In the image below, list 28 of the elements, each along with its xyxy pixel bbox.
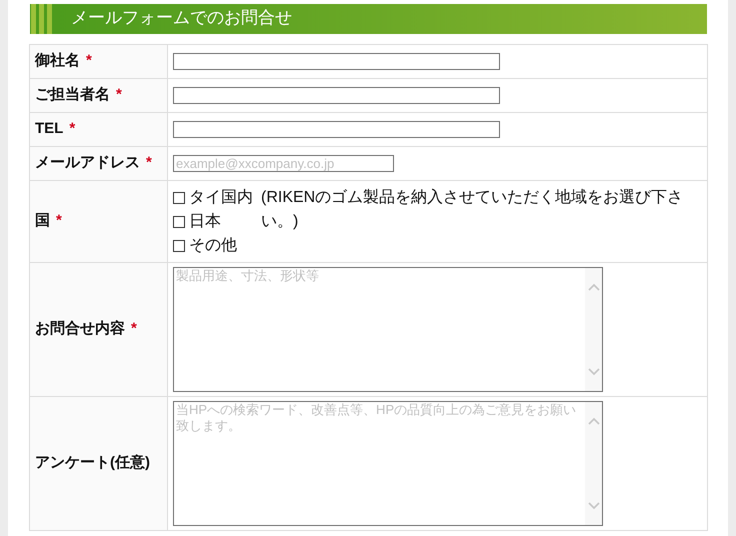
required-mark: *	[86, 52, 92, 70]
required-mark: *	[56, 212, 62, 230]
field-label: アンケート(任意)	[35, 454, 150, 472]
field-label: 国	[35, 212, 50, 230]
field-label: お問合せ内容	[35, 320, 125, 338]
required-mark: *	[69, 120, 76, 138]
checkbox-label: 日本	[189, 212, 221, 232]
field-label: 御社名	[35, 52, 80, 70]
text-field[interactable]	[173, 86, 500, 104]
required-mark: *	[116, 86, 122, 104]
textarea-field[interactable]: 当HPへの検索ワード、改善点等、HPの品質向上の為ご意見をお願い致します。	[173, 401, 603, 526]
field-label: TEL	[35, 120, 64, 138]
required-mark: *	[146, 154, 152, 172]
textarea-field[interactable]: 製品用途、寸法、形状等	[173, 267, 603, 392]
field-label: メールアドレス	[35, 154, 140, 172]
stripes-drawing	[31, 4, 52, 34]
checkbox-label: その他	[189, 236, 237, 256]
email-field[interactable]: example@xxcompany.co.jp	[173, 154, 394, 172]
checkbox-label: タイ国内	[189, 188, 253, 208]
checkbox[interactable]	[173, 216, 185, 228]
field-label: ご担当者名	[35, 86, 110, 104]
checkbox[interactable]	[173, 192, 185, 204]
text-field[interactable]	[173, 52, 500, 70]
checkbox[interactable]	[173, 240, 185, 252]
text-field[interactable]	[173, 120, 500, 138]
country-note: (RIKENのゴム製品を納入させていただく地域をお選び下さい。)	[261, 188, 684, 232]
required-mark: *	[131, 320, 137, 338]
section-title: メールフォームでのお問合せ	[71, 7, 292, 30]
